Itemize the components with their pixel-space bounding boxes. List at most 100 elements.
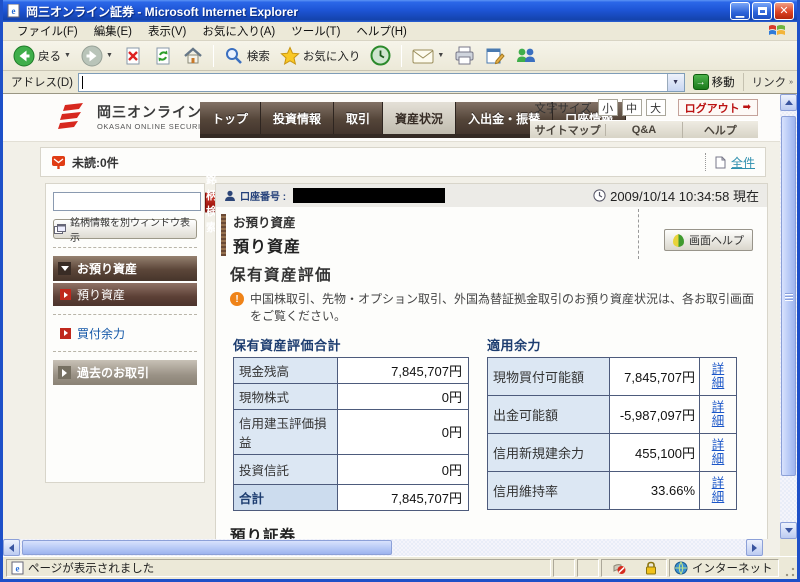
row-value: 7,845,707円: [338, 357, 469, 383]
person-icon: [224, 190, 236, 202]
sidebar-section-assets[interactable]: お預り資産: [53, 256, 197, 281]
vertical-scrollbar[interactable]: [780, 94, 797, 539]
nav-tab-invest-info[interactable]: 投資情報: [261, 102, 334, 134]
mail-dropdown-icon[interactable]: ▼: [437, 52, 444, 59]
scrollbar-corner: [780, 539, 797, 556]
detail-link[interactable]: 詳細: [711, 400, 725, 429]
address-label: アドレス(D): [11, 74, 73, 90]
font-size-medium-button[interactable]: 中: [622, 99, 642, 116]
nav-tab-trade[interactable]: 取引: [334, 102, 383, 134]
stock-search-input[interactable]: [53, 192, 201, 211]
main-panel: 口座番号 : 2009/10/14 10:34:58 現在 お預り資産 預り資産…: [215, 183, 768, 539]
globe-icon: [674, 561, 688, 575]
menu-edit[interactable]: 編集(E): [86, 23, 140, 39]
row-label: 信用建玉評価損益: [234, 409, 338, 454]
lock-icon: [645, 561, 657, 575]
stop-icon: [123, 46, 143, 66]
address-dropdown-icon[interactable]: ▼: [667, 74, 684, 91]
table-row: 出金可能額 -5,987,097円 詳細: [488, 395, 737, 433]
favorites-star-icon: [280, 46, 300, 66]
font-size-small-button[interactable]: 小: [598, 99, 618, 116]
sidebar: 銘柄検索 銘柄情報を別ウィンドウ表示 お預り資産 預り資産: [45, 183, 205, 483]
address-input[interactable]: ▼: [78, 73, 685, 92]
margin-table: 現物買付可能額 7,845,707円 詳細 出金可能額 -5,987,097円 …: [487, 357, 737, 510]
horizontal-scrollbar[interactable]: [3, 539, 763, 556]
print-icon: [454, 46, 475, 65]
chevron-down-icon: [58, 262, 71, 275]
menu-view[interactable]: 表示(V): [140, 23, 194, 39]
maximize-button[interactable]: [752, 2, 772, 20]
home-button[interactable]: [179, 44, 207, 68]
go-label: 移動: [712, 74, 735, 90]
screen-help-button[interactable]: 画面ヘルプ: [664, 229, 753, 251]
menu-bar: ファイル(F) 編集(E) 表示(V) お気に入り(A) ツール(T) ヘルプ(…: [3, 22, 797, 41]
account-bar: 口座番号 : 2009/10/14 10:34:58 現在: [216, 184, 767, 207]
vertical-scroll-thumb[interactable]: [781, 116, 796, 476]
sidebar-item-buying-power[interactable]: 買付余力: [53, 323, 197, 343]
menu-favorites[interactable]: お気に入り(A): [194, 23, 283, 39]
scroll-left-button[interactable]: [3, 539, 20, 556]
nav-tab-assets[interactable]: 資産状況: [383, 102, 456, 134]
back-label: 戻る: [38, 48, 61, 64]
forward-button[interactable]: ▼: [77, 43, 117, 69]
history-button[interactable]: [366, 43, 395, 68]
horizontal-scroll-thumb[interactable]: [22, 540, 392, 555]
resize-grip[interactable]: [781, 559, 795, 577]
detail-link[interactable]: 詳細: [711, 438, 725, 467]
status-icons-pane: [601, 559, 667, 577]
title-divider: [638, 209, 639, 259]
arrow-right-icon: [60, 289, 71, 300]
detail-link[interactable]: 詳細: [711, 362, 725, 391]
valuation-column: 保有資産評価合計 現金残高 7,845,707円 現物株式 0円: [233, 335, 469, 511]
utility-sitemap[interactable]: サイトマップ: [530, 122, 605, 138]
scroll-up-button[interactable]: [780, 94, 797, 111]
detail-link[interactable]: 詳細: [711, 476, 725, 505]
nav-tab-top[interactable]: トップ: [200, 102, 261, 134]
status-bar: e ページが表示されました インターネット: [3, 556, 797, 579]
toolbar-separator: [401, 45, 402, 67]
browser-window: e 岡三オンライン証券 - Microsoft Internet Explore…: [0, 0, 800, 582]
go-arrow-icon: →: [693, 74, 709, 90]
search-button[interactable]: 検索: [220, 44, 274, 68]
detail-cell: 詳細: [700, 471, 737, 509]
go-button[interactable]: → 移動: [690, 74, 738, 90]
all-messages-link[interactable]: 全件: [731, 154, 755, 171]
close-button[interactable]: ✕: [774, 2, 794, 20]
scroll-right-button[interactable]: [746, 539, 763, 556]
scroll-down-button[interactable]: [780, 522, 797, 539]
print-button[interactable]: [450, 44, 479, 67]
minimize-button[interactable]: ▁: [730, 2, 750, 20]
links-toolbar[interactable]: リンク »: [743, 73, 793, 91]
back-dropdown-icon[interactable]: ▼: [64, 52, 71, 59]
refresh-button[interactable]: [149, 44, 177, 68]
messenger-button[interactable]: [511, 44, 541, 68]
font-size-large-button[interactable]: 大: [646, 99, 666, 116]
security-zone-pane: インターネット: [669, 559, 779, 577]
mail-button[interactable]: ▼: [408, 45, 448, 67]
timestamp: 2009/10/14 10:34:58 現在: [610, 186, 759, 205]
back-button[interactable]: 戻る ▼: [9, 43, 75, 69]
edit-button[interactable]: [481, 44, 509, 68]
font-size-label: 文字サイズ: [534, 100, 591, 116]
table-row: 信用維持率 33.66% 詳細: [488, 471, 737, 509]
row-value: 0円: [338, 454, 469, 484]
timestamp-group: 2009/10/14 10:34:58 現在: [593, 186, 759, 205]
mail-icon: [412, 47, 434, 65]
messenger-icon: [515, 46, 537, 66]
stop-button[interactable]: [119, 44, 147, 68]
notice: ! 中国株取引、先物・オプション取引、外国為替証拠金取引のお預り資産状況は、各お…: [230, 291, 755, 325]
menu-file[interactable]: ファイル(F): [9, 23, 86, 39]
menu-tools[interactable]: ツール(T): [283, 23, 348, 39]
utility-help[interactable]: ヘルプ: [682, 122, 758, 138]
logout-button[interactable]: ログアウト ➡: [678, 99, 758, 116]
row-value: 0円: [338, 409, 469, 454]
sidebar-item-deposit-assets[interactable]: 預り資産: [53, 283, 197, 306]
table-row: 信用新規建余力 455,100円 詳細: [488, 433, 737, 471]
menu-help[interactable]: ヘルプ(H): [348, 23, 414, 39]
utility-qa[interactable]: Q&A: [605, 124, 681, 136]
favorites-button[interactable]: お気に入り: [276, 44, 365, 68]
popup-window-icon: [54, 224, 66, 234]
forward-dropdown-icon[interactable]: ▼: [106, 52, 113, 59]
sidebar-section-past-trades[interactable]: 過去のお取引: [53, 360, 197, 385]
stock-info-popup-button[interactable]: 銘柄情報を別ウィンドウ表示: [53, 219, 197, 239]
